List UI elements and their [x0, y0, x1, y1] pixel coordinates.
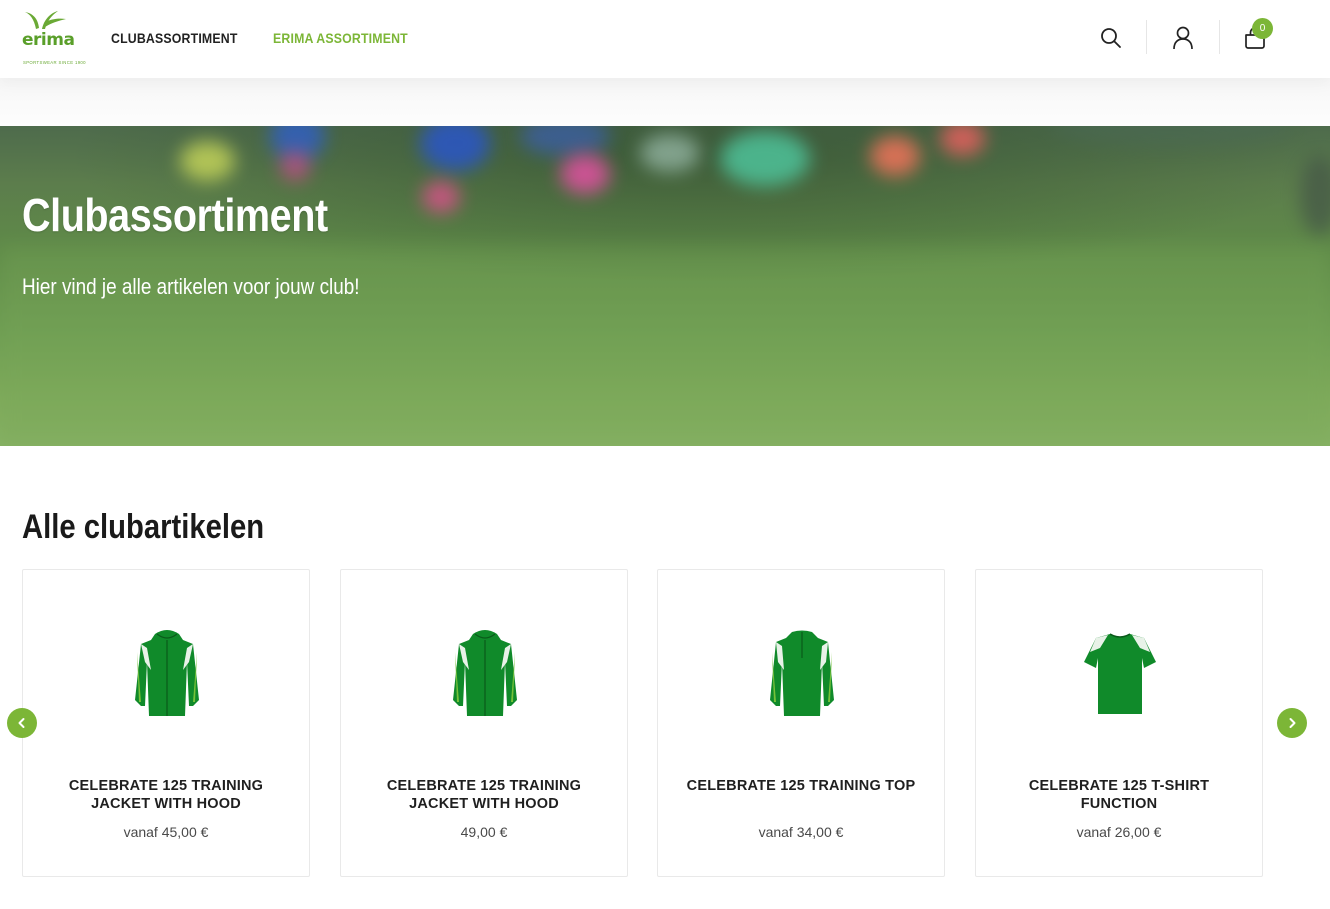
cart-count-badge: 0 [1252, 18, 1273, 39]
main-nav: CLUBASSORTIMENT ERIMA ASSORTIMENT [111, 30, 426, 46]
divider [1219, 20, 1220, 54]
divider [1146, 20, 1147, 54]
hero-bokeh [280, 151, 310, 181]
green-hooded-jacket-image [135, 630, 199, 716]
hero-bokeh [870, 136, 920, 176]
hero-bokeh [560, 154, 610, 194]
product-name[interactable]: CELEBRATE 125 TRAINING TOP [678, 777, 924, 795]
hero-bokeh [422, 181, 460, 213]
user-icon [1173, 26, 1193, 50]
nav-erima-assortiment[interactable]: ERIMA ASSORTIMENT [273, 30, 408, 46]
hero-bokeh [640, 134, 700, 172]
chevron-left-icon [18, 718, 25, 728]
product-price: vanaf 45,00 € [123, 824, 209, 840]
nav-clubassortiment[interactable]: CLUBASSORTIMENT [111, 30, 238, 46]
hero-banner: Clubassortiment Hier vind je alle artike… [0, 126, 1330, 446]
product-card[interactable]: CELEBRATE 125 T-SHIRT FUNCTION vanaf 26,… [975, 569, 1263, 877]
account-button[interactable] [1162, 18, 1204, 58]
product-card[interactable]: CELEBRATE 125 TRAINING JACKET WITH HOOD … [22, 569, 310, 877]
hero-title: Clubassortiment [22, 189, 328, 241]
hero-bokeh [420, 126, 490, 171]
hero-bokeh [1300, 156, 1330, 236]
carousel-next-button[interactable] [1277, 708, 1307, 738]
search-icon [1101, 28, 1121, 48]
product-price: vanaf 34,00 € [758, 824, 844, 840]
product-price: vanaf 26,00 € [1076, 824, 1162, 840]
green-hooded-jacket-image [453, 630, 517, 716]
logo-wordmark: erima [22, 30, 75, 50]
product-card[interactable]: CELEBRATE 125 TRAINING JACKET WITH HOOD … [340, 569, 628, 877]
product-name[interactable]: CELEBRATE 125 TRAINING JACKET WITH HOOD [361, 777, 607, 813]
green-training-top-image [770, 630, 834, 716]
hero-subtitle: Hier vind je alle artikelen voor jouw cl… [22, 274, 360, 299]
search-button[interactable] [1090, 18, 1132, 58]
product-card[interactable]: CELEBRATE 125 TRAINING TOP vanaf 34,00 € [657, 569, 945, 877]
section-title: Alle clubartikelen [22, 508, 265, 546]
chevron-right-icon [1289, 718, 1296, 728]
hero-bokeh [520, 126, 610, 156]
hero-bokeh [940, 126, 985, 156]
site-header: erima SPORTSWEAR SINCE 1900 CLUBASSORTIM… [0, 0, 1330, 78]
carousel-prev-button[interactable] [7, 708, 37, 738]
product-name[interactable]: CELEBRATE 125 TRAINING JACKET WITH HOOD [43, 777, 289, 813]
erima-logo[interactable]: erima SPORTSWEAR SINCE 1900 [22, 9, 86, 69]
green-t-shirt-image [1084, 633, 1156, 714]
logo-tagline: SPORTSWEAR SINCE 1900 [23, 60, 86, 65]
hero-bokeh [180, 141, 235, 181]
product-price: 49,00 € [460, 824, 508, 840]
product-name[interactable]: CELEBRATE 125 T-SHIRT FUNCTION [996, 777, 1242, 813]
hero-bokeh [720, 131, 810, 186]
hero-bokeh [1050, 126, 1290, 146]
header-subbar [0, 78, 1330, 126]
